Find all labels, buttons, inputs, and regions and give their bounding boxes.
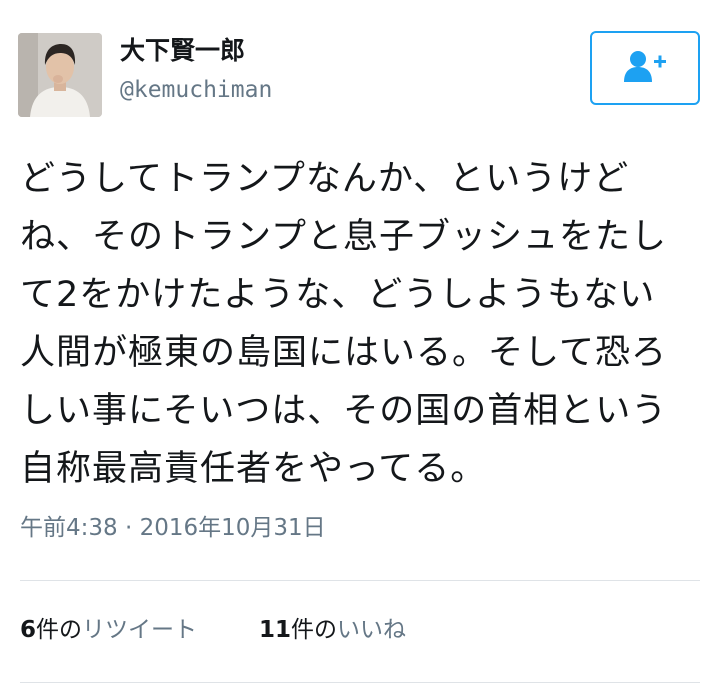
retweet-count-unit: 件の <box>36 617 83 643</box>
tweet-text-line: ね、そのトランプと息子ブッシュをたし <box>20 217 667 257</box>
tweet-timestamp[interactable]: 午前4:38 · 2016年10月31日 <box>20 511 326 545</box>
tweet-stats: 6件のリツイート 11件のいいね <box>20 612 406 648</box>
divider <box>20 682 700 683</box>
display-name[interactable]: 大下賢一郎 <box>120 34 245 68</box>
follow-button[interactable] <box>590 31 700 105</box>
add-user-icon <box>622 49 668 87</box>
like-count[interactable]: 11件のいいね <box>259 612 406 648</box>
avatar[interactable] <box>18 33 102 117</box>
tweet-text-line: て2をかけたような、どうしようもない <box>20 275 656 315</box>
retweet-count-number: 6 <box>20 617 37 643</box>
tweet-text: どうしてトランプなんか、というけど ね、そのトランプと息子ブッシュをたし て2を… <box>20 150 710 498</box>
like-label: いいね <box>337 617 407 643</box>
tweet-text-line: しい事にそいつは、その国の首相という <box>20 391 668 431</box>
like-count-number: 11 <box>259 617 292 643</box>
divider <box>20 580 700 581</box>
tweet-text-line: 自称最高責任者をやってる。 <box>20 449 487 489</box>
user-handle[interactable]: @kemuchiman <box>120 75 272 105</box>
retweet-label: リツイート <box>82 617 198 643</box>
like-count-unit: 件の <box>291 617 338 643</box>
tweet-text-line: 人間が極東の島国にはいる。そして恐ろ <box>20 333 667 373</box>
tweet-text-line: どうしてトランプなんか、というけど <box>20 159 630 199</box>
retweet-count[interactable]: 6件のリツイート <box>20 612 197 648</box>
